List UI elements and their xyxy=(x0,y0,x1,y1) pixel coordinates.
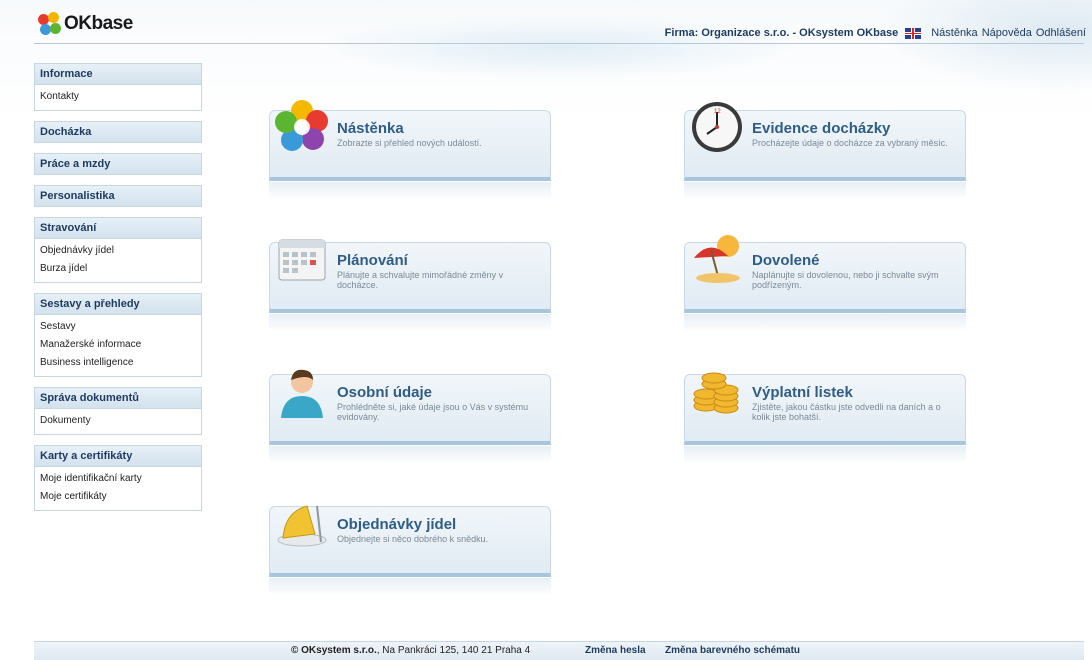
sidebar-item-kontakty[interactable]: Kontakty xyxy=(35,87,201,105)
tile-description: Naplánujte si dovolenou, nebo ji schvalt… xyxy=(752,270,939,290)
header-link-nastenka[interactable]: Nástěnka xyxy=(931,27,977,39)
footer-copyright: © OKsystem s.r.o., Na Pankráci 125, 140 … xyxy=(291,642,530,660)
tile-osobni-udaje[interactable]: Osobní údaje Prohlédněte si, jaké údaje … xyxy=(269,369,551,464)
sidebar-heading-sestavy[interactable]: Sestavy a přehledy xyxy=(35,294,201,315)
sidebar-section-stravovani: Stravování Objednávky jídel Burza jídel xyxy=(34,217,202,283)
coins-icon xyxy=(693,372,739,414)
sidebar-item-business-intelligence[interactable]: Business intelligence xyxy=(35,353,201,371)
sidebar-section-dochazka: Docházka xyxy=(34,121,202,143)
tile-title: Osobní údaje xyxy=(337,384,433,401)
sidebar-heading-karty[interactable]: Karty a certifikáty xyxy=(35,446,201,467)
food-plate-icon xyxy=(277,505,327,547)
sidebar-section-sprava-dokumentu: Správa dokumentů Dokumenty xyxy=(34,387,202,435)
sidebar-section-karty: Karty a certifikáty Moje identifikační k… xyxy=(34,445,202,511)
sidebar-section-informace: Informace Kontakty xyxy=(34,63,202,111)
company-label: Firma: Organizace s.r.o. - OKsystem OKba… xyxy=(664,27,899,39)
change-password-link[interactable]: Změna hesla xyxy=(585,642,646,660)
sidebar-item-certifikaty[interactable]: Moje certifikáty xyxy=(35,487,201,505)
tile-dovolene[interactable]: Dovolené Naplánujte si dovolenou, nebo j… xyxy=(684,235,966,332)
sidebar-item-dokumenty[interactable]: Dokumenty xyxy=(35,411,201,429)
tile-reflection xyxy=(269,446,551,464)
tile-description: Zjistěte, jakou částku jste odvedli na d… xyxy=(752,402,941,422)
footer-address: , Na Pankráci 125, 140 21 Praha 4 xyxy=(376,645,531,656)
tile-objednavky-jidel[interactable]: Objednávky jídel Objednejte si něco dobr… xyxy=(269,505,551,596)
sidebar-heading-prace-a-mzdy[interactable]: Práce a mzdy xyxy=(35,154,201,174)
header-link-odhlaseni[interactable]: Odhlášení xyxy=(1036,27,1086,39)
footer-company: © OKsystem s.r.o. xyxy=(291,645,377,656)
beach-umbrella-icon xyxy=(694,235,740,283)
sidebar-section-prace-a-mzdy: Práce a mzdy xyxy=(34,153,202,175)
tile-title: Plánování xyxy=(337,252,408,269)
tile-description: Plánujte a schvalujte mimořádné změny v … xyxy=(337,270,504,290)
tile-planovani[interactable]: Plánování Plánujte a schvalujte mimořádn… xyxy=(269,239,551,332)
tile-reflection xyxy=(684,314,966,332)
logo-flower-icon xyxy=(38,12,62,36)
sidebar-item-burza-jidel[interactable]: Burza jídel xyxy=(35,259,201,277)
person-icon xyxy=(281,369,323,418)
tile-title: Nástěnka xyxy=(337,120,404,137)
header-bar: Firma: Organizace s.r.o. - OKsystem OKba… xyxy=(665,27,1086,39)
tile-reflection xyxy=(269,578,551,596)
tile-reflection xyxy=(684,446,966,464)
header-divider xyxy=(34,43,1084,44)
tile-reflection xyxy=(269,314,551,332)
sidebar-heading-stravovani[interactable]: Stravování xyxy=(35,218,201,239)
tile-title: Dovolené xyxy=(752,252,820,269)
sidebar-heading-dochazka[interactable]: Docházka xyxy=(35,122,201,142)
footer-bar: © OKsystem s.r.o., Na Pankráci 125, 140 … xyxy=(34,641,1084,660)
tile-title: Evidence docházky xyxy=(752,120,891,137)
sidebar-section-personalistika: Personalistika xyxy=(34,185,202,207)
sidebar-heading-personalistika[interactable]: Personalistika xyxy=(35,186,201,206)
tile-vyplatni-listek[interactable]: Výplatní listek Zjistěte, jakou částku j… xyxy=(684,372,966,464)
tile-description: Zobrazte si přehled nových událostí. xyxy=(337,138,482,148)
tile-description: Procházejte údaje o docházce za vybraný … xyxy=(752,138,948,148)
logo-text: OKbase xyxy=(64,13,133,34)
flower-icon xyxy=(275,100,328,151)
uk-flag-icon[interactable] xyxy=(905,27,922,39)
sidebar-nav: Informace Kontakty Docházka Práce a mzdy… xyxy=(34,63,202,521)
tile-reflection xyxy=(684,182,966,200)
tile-title: Objednávky jídel xyxy=(337,516,457,533)
sidebar-item-sestavy[interactable]: Sestavy xyxy=(35,317,201,335)
svg-text:12: 12 xyxy=(714,109,721,115)
change-color-scheme-link[interactable]: Změna barevného schématu xyxy=(665,642,800,660)
tile-description: Prohlédněte si, jaké údaje jsou o Vás v … xyxy=(337,402,529,422)
sidebar-item-identifikacni-karty[interactable]: Moje identifikační karty xyxy=(35,469,201,487)
sidebar-section-sestavy: Sestavy a přehledy Sestavy Manažerské in… xyxy=(34,293,202,377)
sidebar-item-manazerske-informace[interactable]: Manažerské informace xyxy=(35,335,201,353)
tile-reflection xyxy=(269,182,551,200)
okbase-logo[interactable]: OKbase xyxy=(38,12,133,36)
tile-description: Objednejte si něco dobrého k snědku. xyxy=(337,534,489,544)
sidebar-heading-sprava-dokumentu[interactable]: Správa dokumentů xyxy=(35,388,201,409)
sidebar-heading-informace[interactable]: Informace xyxy=(35,64,201,85)
tile-title: Výplatní listek xyxy=(752,384,853,401)
tile-evidence-dochazky[interactable]: 12 Evidence docházky Procházejte údaje o… xyxy=(684,102,966,200)
calendar-icon xyxy=(278,239,326,281)
tile-nastenka[interactable]: Nástěnka Zobrazte si přehled nových udál… xyxy=(269,100,551,200)
clock-icon: 12 xyxy=(692,102,742,152)
sidebar-item-objednavky-jidel[interactable]: Objednávky jídel xyxy=(35,241,201,259)
header-link-napoveda[interactable]: Nápověda xyxy=(982,27,1032,39)
